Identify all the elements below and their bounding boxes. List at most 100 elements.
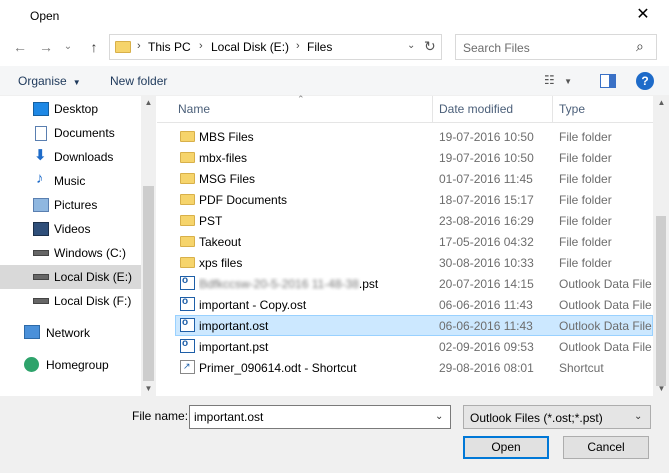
dropdown-arrow-icon: ▼ xyxy=(72,78,81,87)
sidebar-item-homegroup[interactable]: Homegroup xyxy=(0,353,141,377)
sidebar-item-local-disk-e[interactable]: Local Disk (E:) xyxy=(0,265,141,289)
sidebar-item-local-disk-f[interactable]: Local Disk (F:) xyxy=(0,289,141,313)
sidebar-item-label: Music xyxy=(54,174,86,188)
change-view-button[interactable]: ☷ ▼ xyxy=(544,73,584,89)
up-arrow-icon[interactable]: ↑ xyxy=(84,37,104,57)
file-name: Primer_090614.odt - Shortcut xyxy=(199,361,357,375)
file-name-input[interactable]: important.ost ⌄ xyxy=(189,405,451,429)
breadcrumb-local-disk-e[interactable]: Local Disk (E:) xyxy=(211,40,289,54)
cancel-button[interactable]: Cancel xyxy=(563,436,649,459)
file-name: Takeout xyxy=(199,235,242,249)
sidebar-item-label: Downloads xyxy=(54,150,114,164)
file-row[interactable]: Primer_090614.odt - Shortcut 29-08-2016 … xyxy=(175,357,653,378)
file-type-select[interactable]: Outlook Files (*.ost;*.pst) ⌄ xyxy=(463,405,651,429)
network-icon xyxy=(24,325,40,339)
file-date: 30-08-2016 10:33 xyxy=(439,256,534,270)
scroll-down-icon[interactable]: ▼ xyxy=(656,384,667,393)
back-arrow-icon[interactable]: ← xyxy=(10,37,30,57)
chevron-down-icon[interactable]: ⌄ xyxy=(407,40,415,51)
file-row[interactable]: PST 23-08-2016 16:29 File folder xyxy=(175,210,653,231)
command-toolbar: Organise ▼ New folder ☷ ▼ ? xyxy=(0,66,669,96)
folder-icon xyxy=(180,215,195,226)
file-row[interactable]: mbx-files 19-07-2016 10:50 File folder xyxy=(175,147,653,168)
file-row[interactable]: MBS Files 19-07-2016 10:50 File folder xyxy=(175,126,653,147)
dialog-footer: File name: important.ost ⌄ Outlook Files… xyxy=(0,396,669,473)
sidebar-item-downloads[interactable]: ⬇ Downloads xyxy=(0,145,141,169)
file-row[interactable]: Takeout 17-05-2016 04:32 File folder xyxy=(175,231,653,252)
sidebar-item-documents[interactable]: Documents xyxy=(0,121,141,145)
pictures-icon xyxy=(33,198,49,212)
file-row-selected[interactable]: important.ost 06-06-2016 11:43 Outlook D… xyxy=(175,315,653,336)
file-extension: .pst xyxy=(358,277,379,291)
sidebar-item-label: Windows (C:) xyxy=(54,246,127,260)
sidebar-item-label: Local Disk (F:) xyxy=(54,294,132,308)
folder-icon xyxy=(180,236,195,247)
refresh-icon[interactable]: ↻ xyxy=(424,38,436,55)
scrollbar-thumb[interactable] xyxy=(143,186,154,381)
organise-button[interactable]: Organise ▼ xyxy=(18,74,81,88)
sidebar-item-windows-c[interactable]: Windows (C:) xyxy=(0,241,141,265)
file-type-value: Outlook Files (*.ost;*.pst) xyxy=(470,411,603,425)
address-bar[interactable]: › This PC › Local Disk (E:) › Files ⌄ ↻ xyxy=(109,34,442,60)
folder-icon xyxy=(180,173,195,184)
scroll-up-icon[interactable]: ▲ xyxy=(656,98,667,107)
search-icon[interactable]: ⌕ xyxy=(636,38,644,55)
window-title: Open xyxy=(30,9,60,23)
new-folder-button[interactable]: New folder xyxy=(110,74,167,88)
chevron-right-icon: › xyxy=(199,40,203,52)
search-input[interactable]: Search Files ⌕ xyxy=(455,34,657,60)
close-icon[interactable]: ✕ xyxy=(628,4,658,26)
file-name: important.ost xyxy=(199,319,269,333)
file-row[interactable]: MSG Files 01-07-2016 11:45 File folder xyxy=(175,168,653,189)
organise-label: Organise xyxy=(18,74,67,88)
file-type: File folder xyxy=(559,172,612,186)
file-type: File folder xyxy=(559,151,612,165)
drive-icon xyxy=(33,274,49,280)
recent-locations-icon[interactable]: ⌄ xyxy=(58,37,78,57)
file-name: xps files xyxy=(199,256,243,270)
file-type: File folder xyxy=(559,193,612,207)
file-type: Shortcut xyxy=(559,361,604,375)
breadcrumb-files[interactable]: Files xyxy=(307,40,332,54)
file-row[interactable]: Bdfkccsw-20-5-2016 11-48-38.pst 20-07-20… xyxy=(175,273,653,294)
file-date: 06-06-2016 11:43 xyxy=(439,319,533,333)
sort-indicator-icon: ⌃ xyxy=(297,94,305,104)
forward-arrow-icon[interactable]: → xyxy=(36,37,56,57)
file-type: File folder xyxy=(559,214,612,228)
column-date-header[interactable]: Date modified xyxy=(439,102,513,116)
sidebar-item-label: Pictures xyxy=(54,198,98,212)
column-divider[interactable] xyxy=(552,96,553,123)
shortcut-icon xyxy=(180,360,195,374)
file-list-scrollbar[interactable]: ▲ ▼ xyxy=(653,96,669,396)
open-button[interactable]: Open xyxy=(463,436,549,459)
scroll-up-icon[interactable]: ▲ xyxy=(143,98,154,107)
sidebar-item-videos[interactable]: Videos xyxy=(0,217,141,241)
music-icon: ♪ xyxy=(36,170,44,187)
sidebar-item-network[interactable]: Network xyxy=(0,321,141,345)
file-row[interactable]: PDF Documents 18-07-2016 15:17 File fold… xyxy=(175,189,653,210)
column-type-header[interactable]: Type xyxy=(559,102,585,116)
sidebar-item-music[interactable]: ♪ Music xyxy=(0,169,141,193)
sidebar-item-desktop[interactable]: Desktop xyxy=(0,97,141,121)
file-date: 19-07-2016 10:50 xyxy=(439,130,534,144)
preview-pane-icon[interactable] xyxy=(600,74,616,88)
sidebar-item-pictures[interactable]: Pictures xyxy=(0,193,141,217)
breadcrumb-this-pc[interactable]: This PC xyxy=(148,40,191,54)
column-header-row: ⌃ Name Date modified Type xyxy=(157,94,653,123)
scroll-down-icon[interactable]: ▼ xyxy=(143,384,154,393)
file-date: 02-09-2016 09:53 xyxy=(439,340,534,354)
file-date: 17-05-2016 04:32 xyxy=(439,235,534,249)
file-row[interactable]: important.pst 02-09-2016 09:53 Outlook D… xyxy=(175,336,653,357)
scrollbar-thumb[interactable] xyxy=(656,216,666,386)
column-divider[interactable] xyxy=(432,96,433,123)
column-name-header[interactable]: Name xyxy=(178,102,210,116)
chevron-down-icon[interactable]: ⌄ xyxy=(435,411,443,422)
file-row[interactable]: important - Copy.ost 06-06-2016 11:43 Ou… xyxy=(175,294,653,315)
folder-icon xyxy=(180,257,195,268)
file-row[interactable]: xps files 30-08-2016 10:33 File folder xyxy=(175,252,653,273)
outlook-file-icon xyxy=(180,275,195,290)
sidebar-scrollbar[interactable]: ▲ ▼ xyxy=(141,96,156,396)
file-name-value: important.ost xyxy=(194,410,264,424)
help-icon[interactable]: ? xyxy=(636,72,654,90)
search-placeholder: Search Files xyxy=(463,41,530,55)
